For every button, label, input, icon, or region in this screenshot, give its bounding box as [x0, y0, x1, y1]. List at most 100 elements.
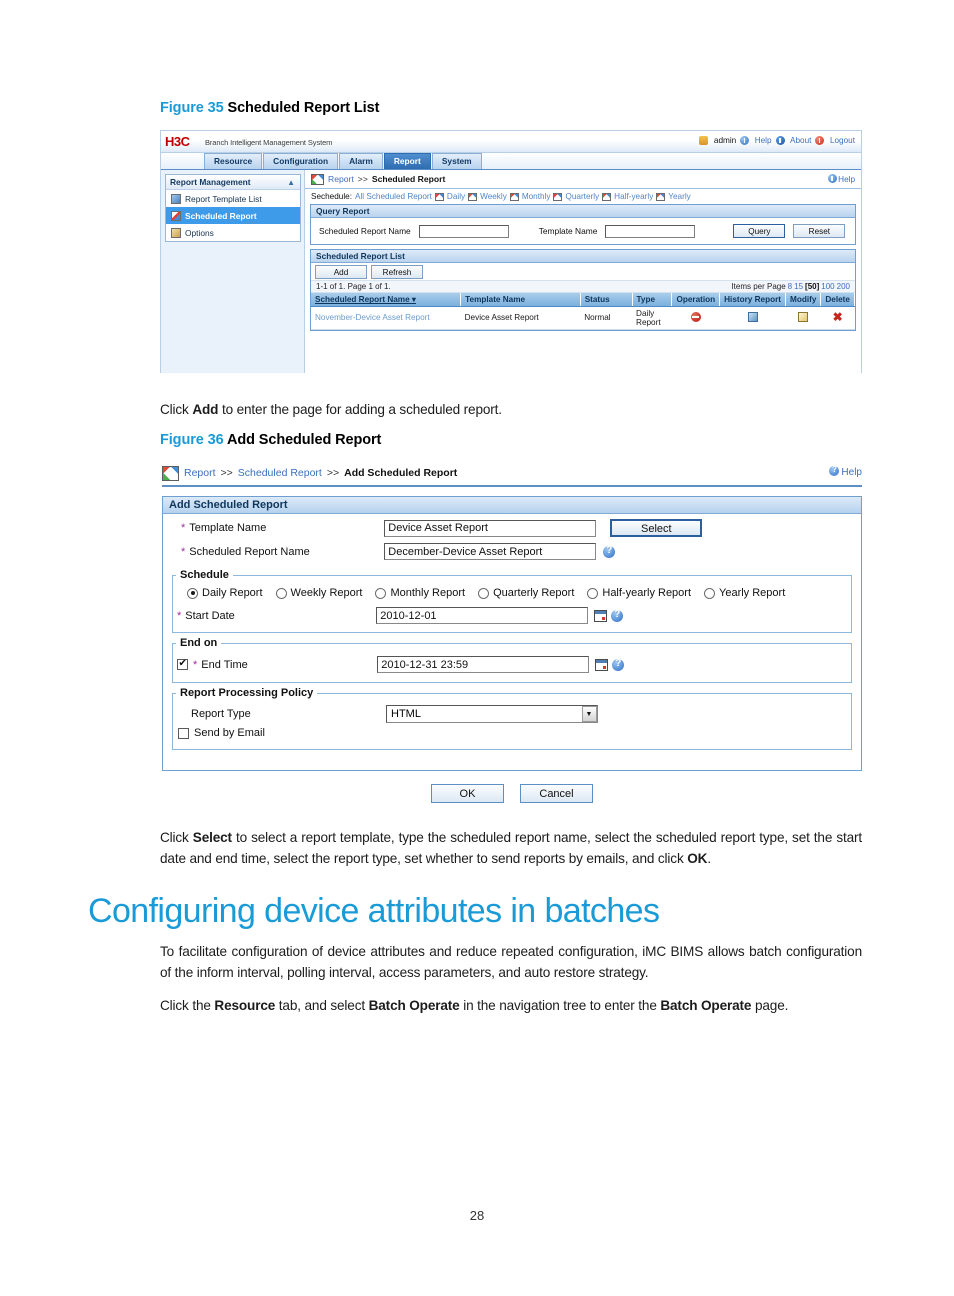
logout-link[interactable]: Logout — [830, 136, 855, 145]
page-title: Configuring device attributes in batches — [88, 892, 660, 930]
tab-report[interactable]: Report — [383, 153, 431, 169]
label-quarterly-report[interactable]: Quarterly Report — [493, 587, 574, 599]
tab-system[interactable]: System — [431, 153, 482, 169]
cell-scheduled-report-name[interactable]: November-Device Asset Report — [311, 306, 461, 330]
sidebar-item-options[interactable]: Options — [166, 224, 300, 241]
refresh-button[interactable]: Refresh — [371, 264, 423, 279]
cell-delete[interactable]: ✖ — [820, 306, 855, 330]
query-button[interactable]: Query — [733, 224, 786, 238]
ipp-200[interactable]: 200 — [837, 282, 850, 291]
radio-weekly-report[interactable] — [275, 587, 287, 599]
delete-icon[interactable]: ✖ — [833, 310, 843, 324]
scheduled-report-name-input[interactable] — [418, 224, 509, 238]
tab-resource[interactable]: Resource — [204, 153, 263, 169]
help-icon[interactable] — [740, 136, 750, 145]
yearly-icon — [656, 192, 666, 201]
list-toolbar: Add Refresh — [311, 263, 855, 280]
filter-monthly[interactable]: Monthly — [522, 192, 551, 201]
filter-all-scheduled-report[interactable]: All Scheduled Report — [355, 192, 432, 201]
end-time-field[interactable] — [377, 656, 590, 673]
label-yearly-report[interactable]: Yearly Report — [719, 587, 785, 599]
end-time-checkbox[interactable] — [177, 658, 188, 670]
radio-half-yearly-report[interactable] — [587, 587, 599, 599]
calendar-icon[interactable] — [594, 609, 608, 622]
form-action-row: OK Cancel — [162, 775, 862, 807]
cell-history-report[interactable] — [719, 306, 786, 330]
ipp-8[interactable]: 8 — [788, 282, 792, 291]
cell-type: Daily Report — [632, 306, 672, 330]
par-sel-part3: . — [707, 850, 711, 866]
send-by-email-checkbox[interactable] — [178, 727, 189, 739]
col-type[interactable]: Type — [632, 293, 673, 307]
cell-modify[interactable] — [785, 306, 821, 330]
template-name-input[interactable] — [605, 224, 696, 238]
tab-configuration[interactable]: Configuration — [263, 153, 339, 169]
cell-operation[interactable] — [671, 306, 720, 330]
filter-quarterly[interactable]: Quarterly — [565, 192, 599, 201]
logout-icon[interactable] — [815, 136, 825, 145]
label-weekly-report[interactable]: Weekly Report — [291, 587, 363, 599]
banner-right-links: admin Help About Logout — [699, 136, 855, 145]
calendar-icon[interactable] — [595, 658, 609, 671]
breadcrumb-separator: >> — [357, 174, 368, 184]
start-date-field[interactable] — [376, 607, 589, 624]
chevron-up-icon[interactable]: ▲ — [287, 175, 295, 190]
label-monthly-report[interactable]: Monthly Report — [390, 587, 465, 599]
radio-daily-report[interactable] — [187, 587, 198, 599]
about-icon[interactable] — [775, 136, 785, 145]
report-type-select[interactable]: HTML ▼ — [386, 705, 598, 723]
filter-daily[interactable]: Daily — [447, 192, 465, 201]
filter-yearly[interactable]: Yearly — [668, 192, 690, 201]
required-marker: * — [181, 522, 186, 534]
schedule-group-legend: Schedule — [180, 569, 229, 581]
help-icon[interactable] — [603, 545, 616, 558]
scheduled-report-list-panel: Scheduled Report List Add Refresh 1-1 of… — [310, 249, 856, 331]
label-daily-report[interactable]: Daily Report — [202, 587, 263, 599]
stop-icon[interactable] — [690, 311, 701, 322]
breadcrumb-scheduled-report[interactable]: Scheduled Report — [238, 467, 322, 479]
ipp-15[interactable]: 15 — [794, 282, 803, 291]
col-scheduled-report-name[interactable]: Scheduled Report Name ▾ — [311, 293, 462, 307]
end-time-label: End Time — [201, 658, 248, 671]
items-per-page: Items per Page 8 15 [50] 100 200 — [731, 282, 850, 291]
section-paragraph-1: To facilitate configuration of device at… — [160, 944, 862, 980]
tab-alarm[interactable]: Alarm — [339, 153, 383, 169]
paragraph-click-add: Click Add to enter the page for adding a… — [160, 400, 862, 421]
select-button[interactable]: Select — [610, 519, 703, 537]
modify-icon[interactable] — [798, 311, 809, 322]
col-history-report: History Report — [719, 293, 786, 307]
items-per-page-label: Items per Page — [731, 282, 786, 291]
figure-36-breadcrumb: Report >> Scheduled Report >> Add Schedu… — [162, 462, 862, 484]
col-template-name[interactable]: Template Name — [460, 293, 581, 307]
reset-button[interactable]: Reset — [793, 224, 846, 238]
breadcrumb-report[interactable]: Report — [184, 467, 216, 479]
query-row: Scheduled Report Name Template Name Quer… — [311, 218, 855, 244]
radio-monthly-report[interactable] — [375, 587, 387, 599]
ipp-100[interactable]: 100 — [821, 282, 834, 291]
end-on-group-legend: End on — [180, 637, 218, 649]
about-link[interactable]: About — [790, 136, 811, 145]
add-button[interactable]: Add — [315, 264, 367, 279]
page-help-link[interactable]: Help — [827, 174, 855, 184]
chevron-down-icon[interactable]: ▼ — [581, 706, 597, 722]
filter-weekly[interactable]: Weekly — [480, 192, 507, 201]
filter-half-yearly[interactable]: Half-yearly — [614, 192, 653, 201]
help-link[interactable]: Help — [755, 136, 772, 145]
cancel-button[interactable]: Cancel — [520, 784, 593, 803]
sidebar-item-scheduled-report[interactable]: Scheduled Report — [166, 207, 300, 224]
ipp-50-selected[interactable]: [50] — [805, 282, 819, 291]
radio-yearly-report[interactable] — [704, 587, 716, 599]
history-report-icon[interactable] — [747, 311, 758, 322]
breadcrumb-report[interactable]: Report — [328, 174, 354, 184]
help-icon — [829, 465, 840, 476]
radio-quarterly-report[interactable] — [478, 587, 490, 599]
scheduled-report-name-field[interactable] — [384, 543, 597, 560]
template-name-field[interactable] — [384, 519, 597, 537]
col-status[interactable]: Status — [580, 293, 633, 307]
label-half-yearly-report[interactable]: Half-yearly Report — [602, 587, 691, 599]
ok-button[interactable]: OK — [431, 784, 504, 803]
help-icon[interactable] — [612, 658, 625, 671]
sidebar-item-report-template-list[interactable]: Report Template List — [166, 190, 300, 207]
help-icon[interactable] — [611, 609, 624, 622]
page-help-link[interactable]: Help — [829, 465, 862, 478]
